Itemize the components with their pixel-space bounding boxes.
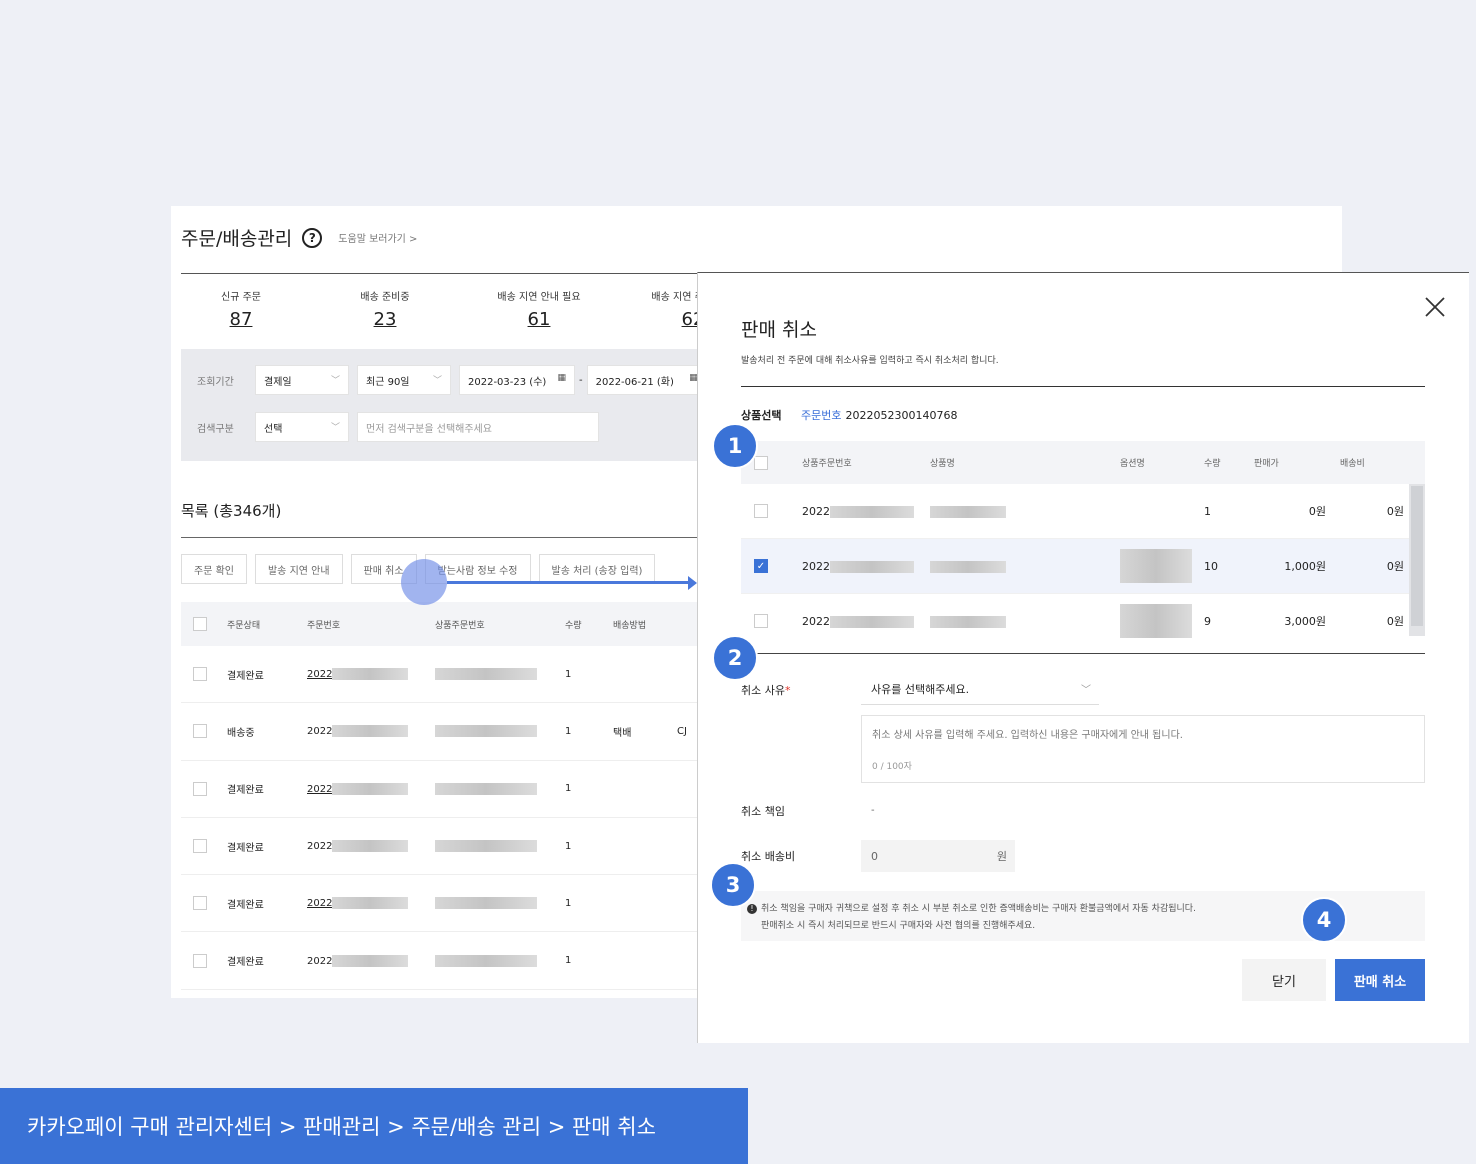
delay-notice-button[interactable]: 발송 지연 안내 (254, 554, 343, 584)
table-row[interactable]: 결제완료 2022 1 (181, 818, 721, 876)
cancel-sale-confirm-button[interactable]: 판매 취소 (1335, 959, 1425, 1001)
search-filter-row: 검색구분 선택 ﹀ 먼저 검색구분을 선택해주세요 (181, 412, 607, 442)
page-header: 주문/배송관리 ? 도움말 보러가기 > (181, 224, 417, 251)
chevron-down-icon: ﹀ (330, 423, 340, 433)
responsibility-value: - (871, 805, 875, 816)
row-checkbox[interactable] (193, 781, 207, 796)
step-badge-4: 4 (1301, 897, 1347, 943)
modal-description: 발송처리 전 주문에 대해 취소사유를 입력하고 즉시 취소처리 합니다. (741, 356, 999, 366)
date-from-input[interactable]: 2022-03-23 (수) ▦ (459, 365, 575, 395)
scrollbar-thumb[interactable] (1411, 486, 1423, 626)
row-checkbox[interactable] (193, 953, 207, 968)
step-badge-3: 3 (710, 862, 756, 908)
close-icon[interactable] (1423, 295, 1447, 319)
arrow-right-icon (688, 576, 697, 590)
responsibility-label: 취소 책임 (741, 805, 785, 818)
confirm-order-button[interactable]: 주문 확인 (181, 554, 247, 584)
divider (181, 537, 721, 538)
calendar-icon: ▦ (557, 373, 566, 383)
period-range-select[interactable]: 최근 90일 ﹀ (357, 365, 451, 395)
table-header: 주문상태 주문번호 상품주문번호 수량 배송방법 (181, 602, 721, 646)
search-type-select[interactable]: 선택 ﹀ (255, 412, 349, 442)
product-row[interactable]: ✓ 2022 10 1,000원 0원 (741, 539, 1425, 594)
table-row[interactable]: 결제완료 2022 1 (181, 646, 721, 704)
shipping-fee-label: 취소 배송비 (741, 850, 796, 863)
divider (741, 653, 1425, 654)
stat-delay-notice[interactable]: 배송 지연 안내 필요 61 (469, 288, 609, 330)
help-link[interactable]: 도움말 보러가기 > (338, 230, 417, 245)
product-checkbox[interactable] (754, 614, 768, 628)
search-input[interactable]: 먼저 검색구분을 선택해주세요 (357, 412, 599, 442)
select-all-checkbox[interactable] (754, 455, 768, 470)
date-to-input[interactable]: 2022-06-21 (화) ▦ (586, 365, 707, 395)
close-button[interactable]: 닫기 (1242, 959, 1326, 1001)
product-row[interactable]: 2022 9 3,000원 0원 (741, 594, 1425, 639)
order-number: 주문번호 2022052300140768 (801, 409, 958, 422)
product-checkbox-checked[interactable]: ✓ (754, 559, 768, 573)
row-checkbox[interactable] (193, 667, 207, 682)
stat-new-orders[interactable]: 신규 주문 87 (181, 288, 301, 330)
info-icon: ! (747, 904, 757, 914)
period-type-select[interactable]: 결제일 ﹀ (255, 365, 349, 395)
order-table: 주문상태 주문번호 상품주문번호 수량 배송방법 결제완료 2022 1 배송중… (181, 602, 721, 990)
row-checkbox[interactable] (193, 839, 207, 854)
row-checkbox[interactable] (193, 724, 207, 739)
reason-detail-textarea[interactable]: 취소 상세 사유를 입력해 주세요. 입력하신 내용은 구매자에게 안내 됩니다… (861, 715, 1425, 783)
stat-preparing[interactable]: 배송 준비중 23 (315, 288, 455, 330)
modal-title: 판매 취소 (741, 319, 817, 341)
table-row[interactable]: 결제완료 2022 1 (181, 761, 721, 818)
chevron-down-icon: ﹀ (432, 376, 442, 386)
shipping-fee-input[interactable]: 0원 (861, 840, 1015, 872)
step-badge-1: 1 (712, 423, 758, 469)
product-table: 상품주문번호 상품명 옵션명 수량 판매가 배송비 2022 1 0원 0원 ✓… (741, 441, 1425, 639)
chevron-down-icon: ﹀ (1081, 685, 1091, 696)
click-indicator (401, 559, 447, 605)
product-row[interactable]: 2022 1 0원 0원 (741, 484, 1425, 539)
product-table-header: 상품주문번호 상품명 옵션명 수량 판매가 배송비 (741, 441, 1425, 484)
order-stats: 신규 주문 87 배송 준비중 23 배송 지연 안내 필요 61 배송 지연 … (181, 288, 777, 330)
reason-label: 취소 사유* (741, 684, 791, 697)
reason-select[interactable]: 사유를 선택해주세요. ﹀ (861, 673, 1099, 705)
product-select-label: 상품선택 (741, 409, 782, 422)
table-row[interactable]: 결제완료 2022 1 (181, 875, 721, 933)
list-title: 목록 (총346개) (181, 502, 282, 520)
ship-order-button[interactable]: 발송 처리 (송장 입력) (538, 554, 656, 584)
char-counter: 0 / 100자 (872, 762, 912, 772)
divider (741, 386, 1425, 387)
filter-panel: 조회기간 결제일 ﹀ 최근 90일 ﹀ 2022-03-23 (수) ▦ - 2022… (181, 349, 721, 461)
select-all-checkbox[interactable] (193, 617, 207, 631)
table-row[interactable]: 배송중 2022 1 택배 CJ (181, 703, 721, 761)
cancel-sale-modal: 판매 취소 발송처리 전 주문에 대해 취소사유를 입력하고 즉시 취소처리 합… (697, 272, 1469, 1043)
breadcrumb-banner: 카카오페이 구매 관리자센터 > 판매관리 > 주문/배송 관리 > 판매 취소 (0, 1088, 748, 1164)
question-circle-icon[interactable]: ? (302, 227, 323, 248)
row-checkbox[interactable] (193, 896, 207, 911)
page-title: 주문/배송관리 (181, 228, 293, 250)
chevron-down-icon: ﹀ (330, 376, 340, 386)
arrow-line (447, 581, 693, 584)
table-row[interactable]: 결제완료 2022 1 (181, 932, 721, 990)
step-badge-2: 2 (712, 635, 758, 681)
period-filter-row: 조회기간 결제일 ﹀ 최근 90일 ﹀ 2022-03-23 (수) ▦ - 2022… (181, 365, 715, 395)
product-checkbox[interactable] (754, 504, 768, 518)
